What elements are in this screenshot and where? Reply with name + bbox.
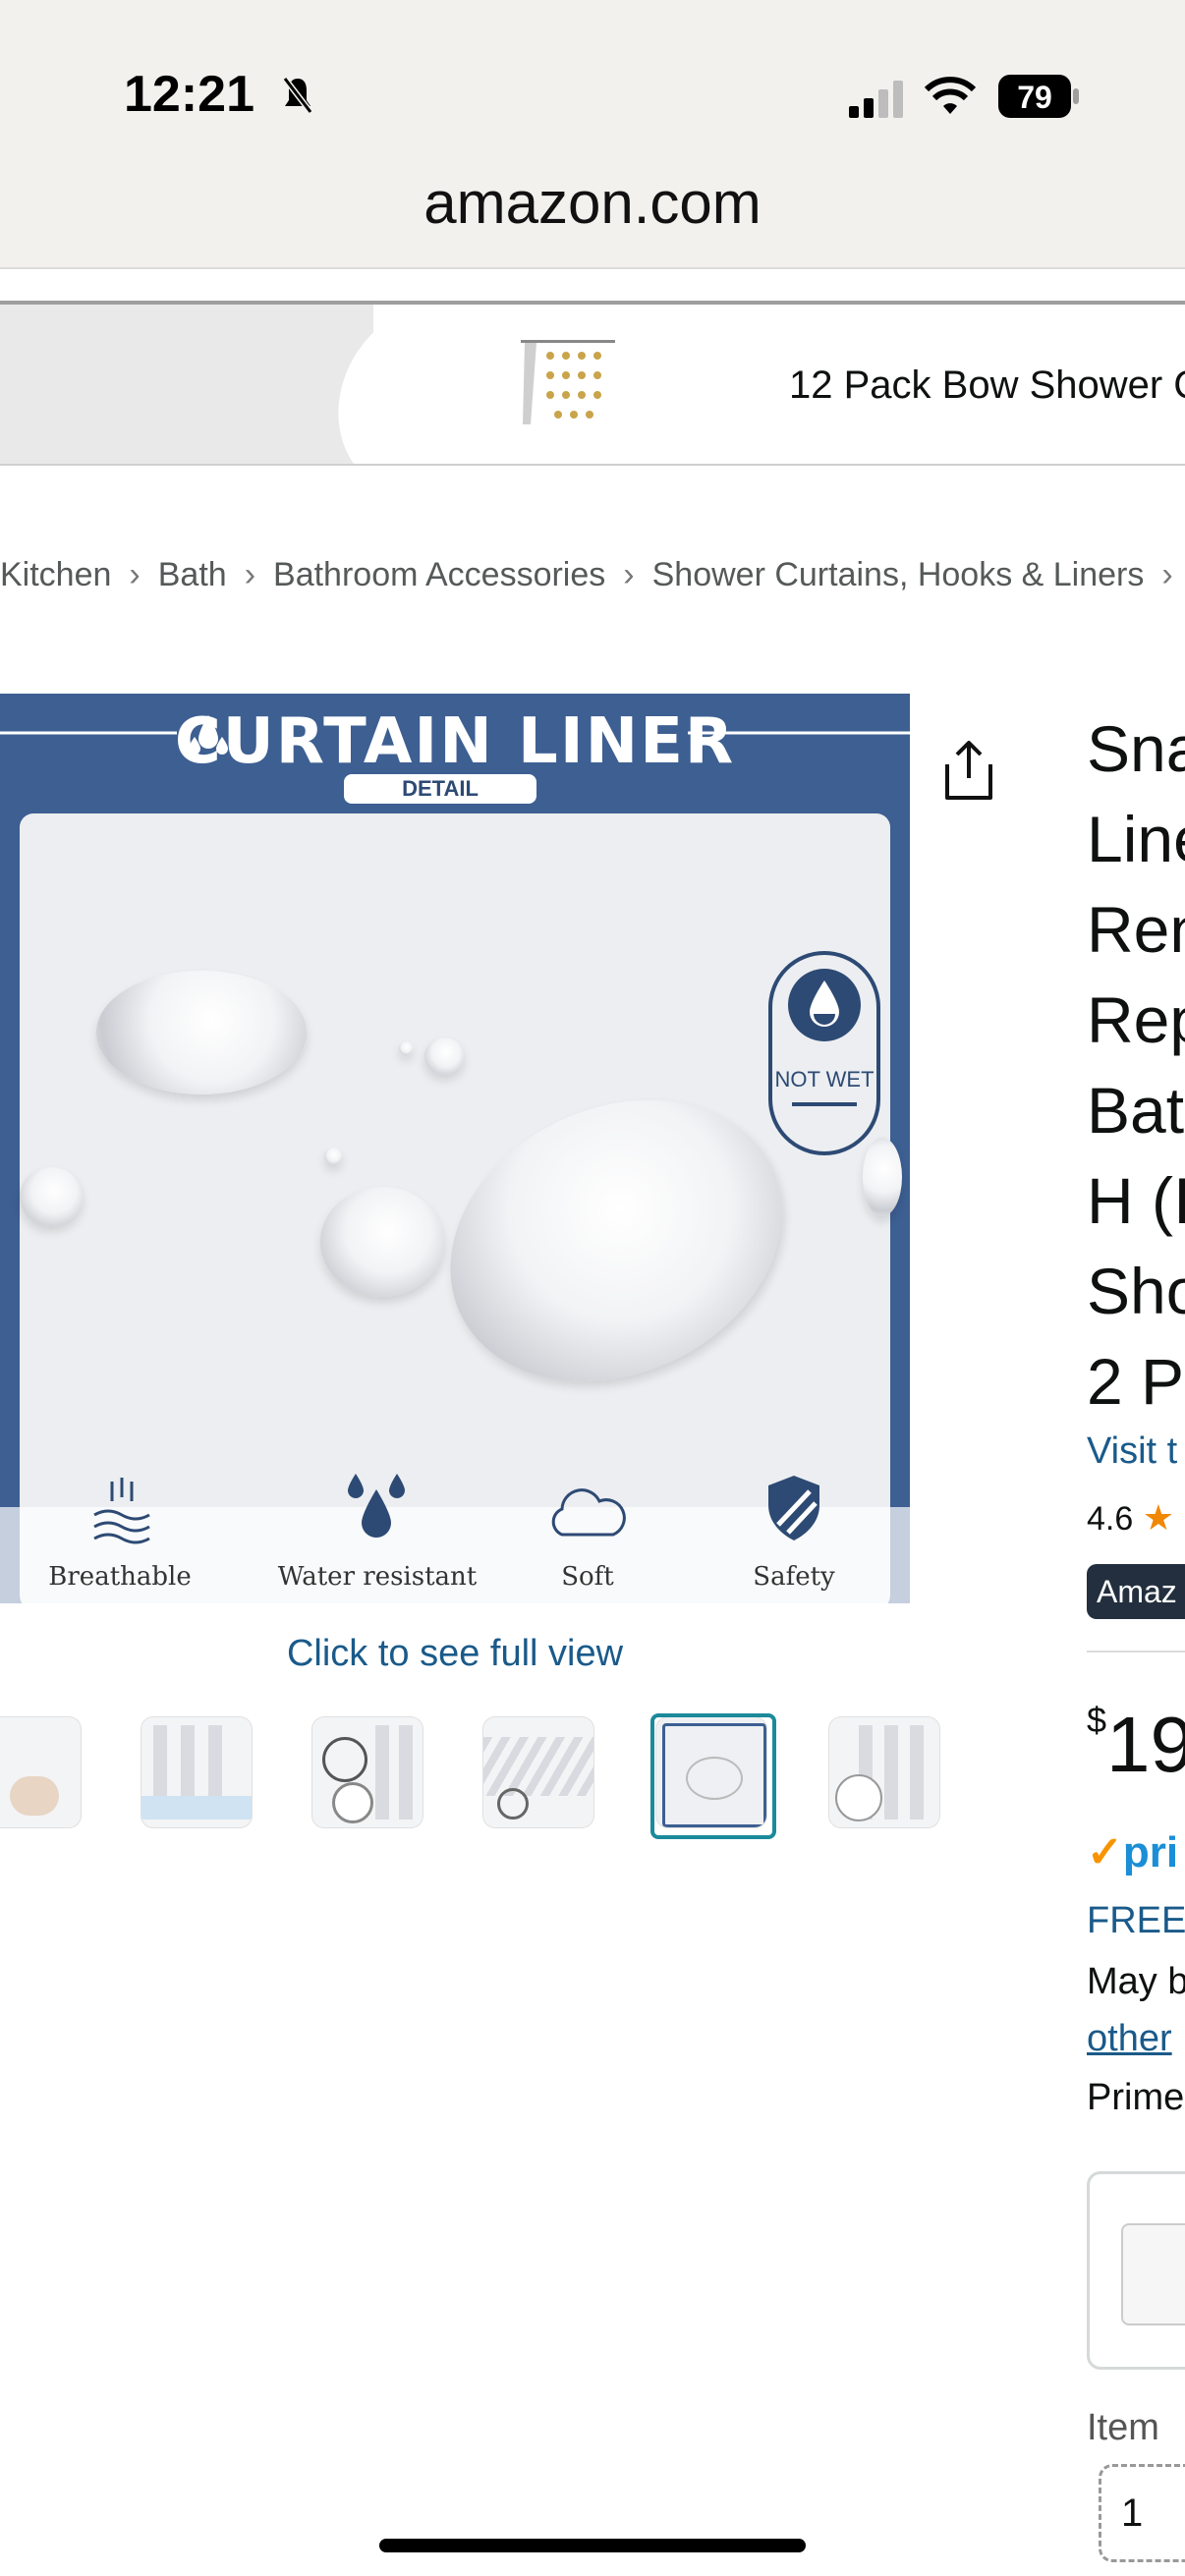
banner-curve-shape — [338, 305, 413, 464]
water-drop — [320, 1187, 444, 1297]
product-thumbnail-icon — [521, 340, 615, 424]
rating[interactable]: 4.6 ★ — [1087, 1497, 1174, 1539]
prime-logo: ✓pri — [1087, 1828, 1179, 1876]
battery-level: 79 — [1017, 80, 1052, 115]
star-icon: ★ — [1142, 1497, 1174, 1538]
delivery-note: May b — [1087, 1961, 1185, 2002]
title-line: Bat — [1087, 1074, 1185, 1147]
shield-icon — [768, 1476, 819, 1540]
chevron-right-icon: › — [623, 556, 635, 593]
variant-image — [1121, 2223, 1185, 2325]
visit-store-link[interactable]: Visit t — [1087, 1430, 1177, 1473]
breathable-icon — [93, 1478, 150, 1544]
image-subtitle: DETAIL — [344, 774, 536, 804]
price-whole: 19 — [1106, 1701, 1185, 1788]
prime-note: Prime — [1087, 2077, 1185, 2118]
selected-thumbnail-outline — [650, 1713, 776, 1839]
water-drop — [20, 1167, 83, 1226]
feature-label: Safety — [753, 1562, 835, 1592]
product-title: Sna Line Ren Rep Bat H (I Sho 2 P — [1087, 703, 1185, 1427]
item-label: Item — [1087, 2407, 1159, 2448]
wifi-icon — [924, 77, 977, 114]
curtain-bar — [399, 1725, 413, 1820]
curtain-bar — [910, 1725, 924, 1820]
title-line: Ren — [1087, 893, 1185, 966]
title-line: H (I — [1087, 1164, 1185, 1237]
divider — [0, 267, 1185, 269]
feature-label: Breathable — [48, 1562, 192, 1592]
price: $19 — [1087, 1700, 1185, 1790]
feature-label: Soft — [561, 1562, 614, 1592]
image-title: CURTAIN LINER — [174, 705, 736, 778]
status-time: 12:21 — [124, 66, 254, 123]
hand-graphic — [10, 1776, 59, 1816]
hook-graphic — [322, 1737, 367, 1782]
home-indicator[interactable] — [379, 2539, 806, 2552]
breadcrumb-item[interactable]: Bath — [158, 556, 227, 593]
breadcrumb-item[interactable]: Shower Curtains, Hooks & Liners — [652, 556, 1145, 593]
water-drop-icon — [788, 969, 861, 1041]
breadcrumb-item[interactable]: Kitchen — [0, 556, 111, 593]
silent-bell-icon — [283, 77, 312, 114]
address-bar-url[interactable]: amazon.com — [0, 169, 1185, 237]
full-view-link[interactable]: Click to see full view — [0, 1633, 910, 1675]
title-line: Line — [1087, 803, 1185, 875]
water-drop — [96, 971, 307, 1094]
badge-underline — [792, 1102, 857, 1106]
hook-graphic — [332, 1782, 373, 1823]
image-thumbnail[interactable] — [141, 1717, 252, 1827]
rating-value: 4.6 — [1087, 1500, 1134, 1538]
title-line: Sna — [1087, 712, 1185, 785]
check-icon: ✓ — [1087, 1828, 1123, 1876]
breadcrumb: Kitchen › Bath › Bathroom Accessories › Shower… — [0, 556, 1185, 594]
title-line: 2 P — [1087, 1345, 1185, 1418]
not-wet-label: NOT WET — [774, 1067, 875, 1092]
water-drop — [404, 1047, 828, 1434]
curtain-bar — [375, 1725, 389, 1820]
chevron-right-icon: › — [1161, 556, 1173, 593]
amazon-choice-badge: Amaz — [1087, 1564, 1185, 1619]
not-wet-badge: NOT WET — [768, 951, 880, 1155]
banner-product-title[interactable]: 12 Pack Bow Shower C — [789, 364, 1185, 408]
curtain-bar — [884, 1725, 898, 1820]
other-options-link[interactable]: other — [1087, 2018, 1172, 2060]
browser-chrome: 12:21 79 amazon.com — [0, 0, 1185, 267]
hook-graphic — [497, 1788, 529, 1820]
water-drop — [324, 1148, 342, 1165]
share-icon[interactable] — [941, 739, 996, 802]
feature-bar: Breathable Water resistant Soft Safety — [0, 1474, 910, 1603]
water-drop — [863, 1138, 902, 1216]
cellular-signal-icon — [849, 81, 903, 118]
feature-label: Water resistant — [277, 1562, 478, 1592]
water-drop — [399, 1041, 413, 1055]
image-thumbnail[interactable] — [829, 1717, 939, 1827]
price-currency: $ — [1087, 1700, 1107, 1740]
variant-card[interactable] — [1087, 2171, 1185, 2370]
water-drops-icon — [348, 1474, 405, 1538]
battery-icon: 79 — [998, 75, 1079, 118]
chevron-right-icon: › — [244, 556, 256, 593]
water-drop — [424, 1037, 464, 1075]
thumb-caption — [141, 1796, 252, 1820]
cloud-icon — [551, 1488, 626, 1537]
main-product-image[interactable]: CURTAIN LINER DETAIL NOT WET Breathable … — [0, 694, 910, 1603]
breadcrumb-item[interactable]: Bathroom Accessories — [273, 556, 605, 593]
chevron-right-icon: › — [129, 556, 141, 593]
image-thumbnail[interactable] — [312, 1717, 423, 1827]
free-delivery[interactable]: FREE — [1087, 1900, 1185, 1942]
hook-graphic — [835, 1774, 882, 1821]
image-thumbnail[interactable] — [0, 1717, 81, 1827]
title-line: Sho — [1087, 1255, 1185, 1327]
sponsored-banner[interactable]: 12 Pack Bow Shower C — [0, 301, 1185, 466]
image-thumbnail[interactable] — [483, 1717, 593, 1827]
folded-liner-graphic — [483, 1737, 593, 1796]
quantity-select[interactable]: 1 — [1099, 2464, 1185, 2562]
divider — [1087, 1651, 1185, 1652]
title-line: Rep — [1087, 983, 1185, 1056]
